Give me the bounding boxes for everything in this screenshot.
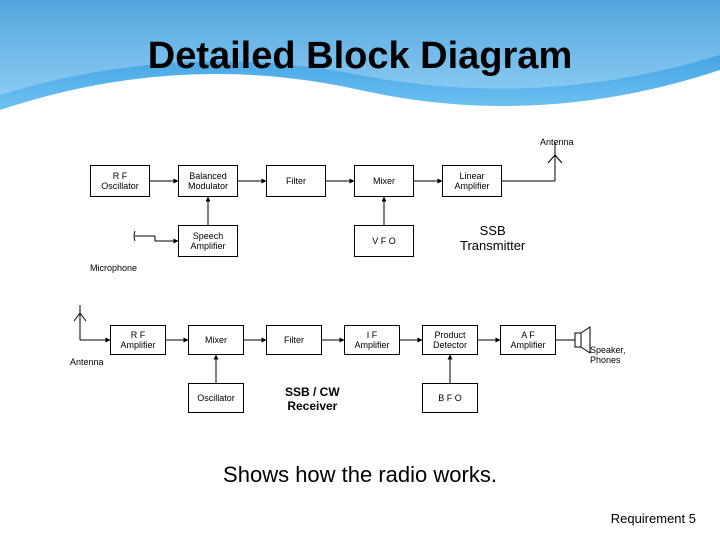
block-rx-filter: Filter bbox=[266, 325, 322, 355]
slide-caption: Shows how the radio works. bbox=[0, 462, 720, 488]
label-ssb-cw-receiver: SSB / CW Receiver bbox=[285, 385, 340, 413]
label-tx-antenna: Antenna bbox=[540, 137, 574, 147]
slide-footer: Requirement 5 bbox=[611, 511, 696, 526]
label-rx-antenna: Antenna bbox=[70, 357, 104, 367]
diagram-area: R F Oscillator Balanced Modulator Filter… bbox=[60, 135, 660, 445]
block-bfo: B F O bbox=[422, 383, 478, 413]
block-speech-amplifier: Speech Amplifier bbox=[178, 225, 238, 257]
block-tx-filter: Filter bbox=[266, 165, 326, 197]
block-vfo: V F O bbox=[354, 225, 414, 257]
label-microphone: Microphone bbox=[90, 263, 137, 273]
block-linear-amplifier: Linear Amplifier bbox=[442, 165, 502, 197]
block-rx-mixer: Mixer bbox=[188, 325, 244, 355]
block-af-amplifier: A F Amplifier bbox=[500, 325, 556, 355]
label-ssb-transmitter: SSB Transmitter bbox=[460, 223, 525, 253]
block-balanced-modulator: Balanced Modulator bbox=[178, 165, 238, 197]
block-rf-oscillator: R F Oscillator bbox=[90, 165, 150, 197]
block-oscillator: Oscillator bbox=[188, 383, 244, 413]
block-if-amplifier: I F Amplifier bbox=[344, 325, 400, 355]
slide-title: Detailed Block Diagram bbox=[0, 35, 720, 78]
block-tx-mixer: Mixer bbox=[354, 165, 414, 197]
block-product-detector: Product Detector bbox=[422, 325, 478, 355]
label-speaker: Speaker, Phones bbox=[590, 345, 626, 365]
block-rf-amplifier: R F Amplifier bbox=[110, 325, 166, 355]
